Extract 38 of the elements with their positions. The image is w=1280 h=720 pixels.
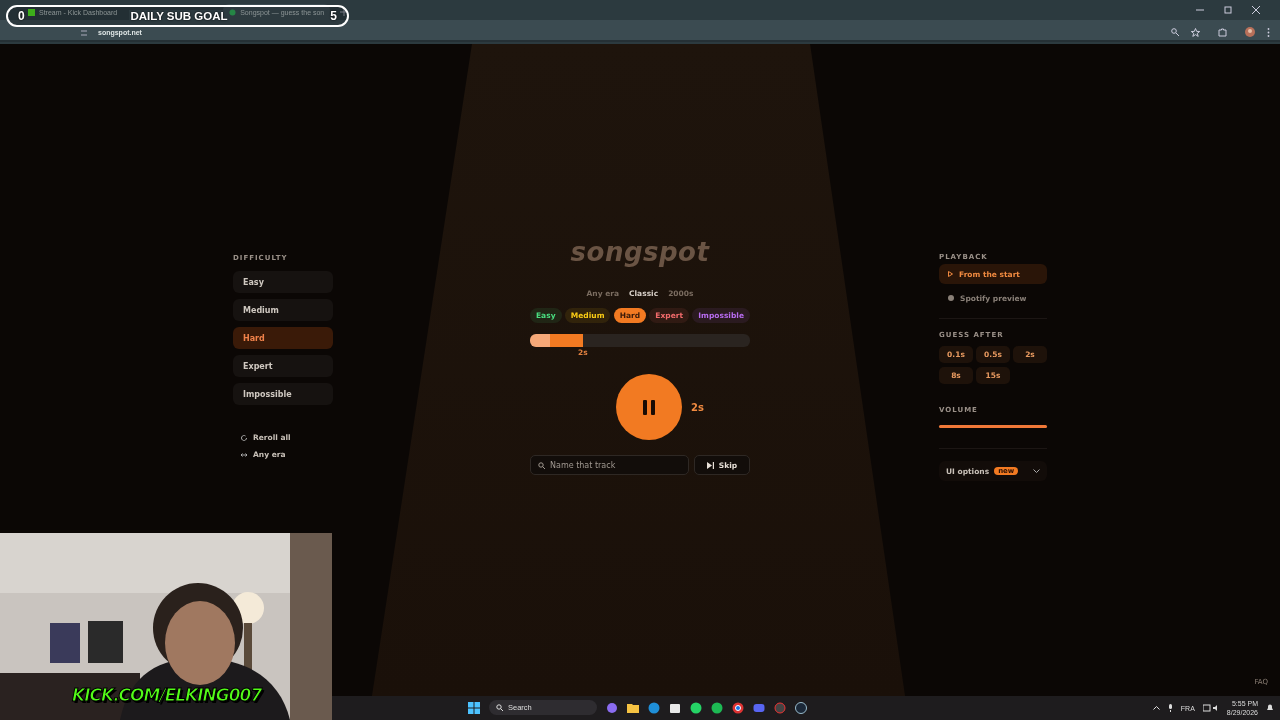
- close-icon[interactable]: [1252, 6, 1260, 14]
- play-outline-icon: [948, 271, 953, 277]
- chevron-up-icon[interactable]: [1152, 706, 1160, 710]
- microphone-icon[interactable]: [1167, 704, 1173, 712]
- elapsed-time: 2s: [691, 401, 704, 413]
- volume-slider[interactable]: [939, 425, 1047, 428]
- windows-logo-icon[interactable]: [468, 701, 480, 714]
- difficulty-option[interactable]: Expert: [233, 355, 333, 377]
- k-logo-icon: [28, 8, 35, 16]
- channel-caption: KICK.COM/ELKING007: [72, 685, 262, 705]
- network-speaker-icon[interactable]: [1202, 704, 1219, 712]
- difficulty-option[interactable]: Easy: [233, 271, 333, 293]
- avatar-icon[interactable]: [1245, 27, 1255, 37]
- goal-start: 0: [18, 9, 25, 23]
- puzzle-icon[interactable]: [1218, 27, 1227, 37]
- difficulty-option[interactable]: Impossible: [233, 383, 333, 405]
- pause-icon: [643, 399, 656, 415]
- logo-text: songspot: [570, 237, 710, 267]
- maximize-icon[interactable]: [1224, 6, 1232, 14]
- star-icon[interactable]: [1191, 27, 1200, 37]
- skip-icon: [706, 461, 714, 469]
- arrows-icon: [241, 451, 247, 458]
- zoom-icon[interactable]: [1171, 28, 1179, 36]
- search-field[interactable]: Name that track: [530, 455, 689, 475]
- refresh-icon: [241, 434, 247, 441]
- round-favicon-icon: [229, 8, 237, 16]
- difficulty-option[interactable]: Medium: [233, 299, 333, 321]
- round-logo-icon: [948, 295, 954, 301]
- minimize-icon[interactable]: [1196, 6, 1204, 14]
- search-icon: [538, 462, 545, 469]
- difficulty-option[interactable]: Hard: [233, 327, 333, 349]
- goal-end: 5: [330, 9, 337, 23]
- chevron-down-icon: [1033, 469, 1040, 473]
- menu-icon[interactable]: [1267, 27, 1270, 37]
- goal-title: DAILY SUB GOAL: [129, 10, 229, 22]
- search-icon: [496, 704, 503, 711]
- folder-icon[interactable]: [627, 701, 639, 714]
- notification-bell-icon[interactable]: [1266, 704, 1274, 712]
